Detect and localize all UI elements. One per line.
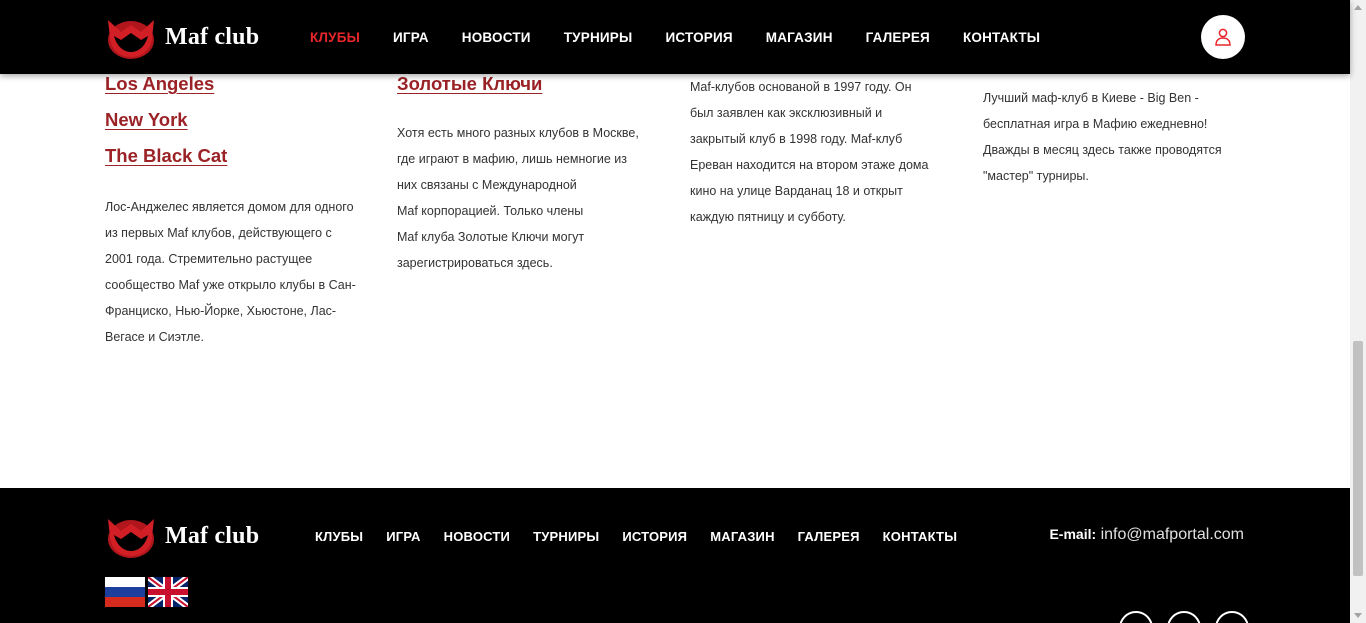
logo-text: Maf club bbox=[165, 23, 260, 50]
main-nav: КЛУБЫ ИГРА НОВОСТИ ТУРНИРЫ ИСТОРИЯ МАГАЗИН ГАЛ… bbox=[310, 30, 1040, 45]
nav-item-3[interactable]: ТУРНИРЫ bbox=[564, 30, 633, 45]
nav-item-0[interactable]: КЛУБЫ bbox=[315, 529, 363, 544]
nav-item-7[interactable]: КОНТАКТЫ bbox=[883, 529, 957, 544]
club-column-1: Los Angeles New York The Black Cat Лос-А… bbox=[105, 66, 380, 350]
nav-item-1[interactable]: ИГРА bbox=[386, 529, 420, 544]
site-header: Maf club КЛУБЫ ИГРА НОВОСТИ ТУРНИРЫ ИСТОРИЯ М… bbox=[0, 0, 1350, 74]
nav-item-3[interactable]: ТУРНИРЫ bbox=[533, 529, 599, 544]
nav-item-2[interactable]: НОВОСТИ bbox=[462, 30, 531, 45]
email-label: E-mail: bbox=[1049, 526, 1097, 542]
russian-flag-icon[interactable] bbox=[105, 577, 145, 607]
uk-flag-icon[interactable] bbox=[148, 577, 188, 607]
club-link-black-cat[interactable]: The Black Cat bbox=[105, 138, 380, 174]
logo-text: Maf club bbox=[165, 522, 260, 549]
social-icon[interactable] bbox=[1215, 611, 1249, 623]
social-links bbox=[1119, 611, 1249, 623]
site-footer: Maf club КЛУБЫ ИГРА НОВОСТИ ТУРНИРЫ ИСТОРИЯ М… bbox=[0, 488, 1350, 623]
language-switcher bbox=[105, 577, 188, 607]
nav-item-4[interactable]: ИСТОРИЯ bbox=[622, 529, 687, 544]
nav-item-2[interactable]: НОВОСТИ bbox=[444, 529, 510, 544]
club-description: Maf-клубов основаной в 1997 году. Он был… bbox=[690, 80, 929, 224]
social-icon[interactable] bbox=[1167, 611, 1201, 623]
scroll-thumb[interactable] bbox=[1353, 341, 1363, 576]
nav-item-5[interactable]: МАГАЗИН bbox=[766, 30, 833, 45]
footer-logo[interactable]: Maf club bbox=[105, 513, 259, 559]
footer-nav: КЛУБЫ ИГРА НОВОСТИ ТУРНИРЫ ИСТОРИЯ МАГАЗИН ГАЛ… bbox=[315, 529, 957, 544]
nav-item-6[interactable]: ГАЛЕРЕЯ bbox=[798, 529, 860, 544]
club-description: Лучший маф-клуб в Киеве - Big Ben - бесп… bbox=[983, 91, 1222, 183]
user-icon bbox=[1215, 28, 1231, 46]
nav-item-1[interactable]: ИГРА bbox=[393, 30, 429, 45]
email-link[interactable]: info@mafportal.com bbox=[1101, 526, 1244, 543]
user-account-button[interactable] bbox=[1201, 15, 1245, 59]
club-link-new-york[interactable]: New York bbox=[105, 102, 380, 138]
club-column-3: Maf-клубов основаной в 1997 году. Он был… bbox=[690, 74, 965, 230]
scroll-down-arrow-icon[interactable] bbox=[1354, 613, 1362, 618]
logo-icon bbox=[108, 519, 154, 558]
scroll-up-arrow-icon[interactable] bbox=[1354, 5, 1362, 10]
header-logo[interactable]: Maf club bbox=[105, 14, 259, 60]
club-column-2: Золотые Ключи Хотя есть много разных клу… bbox=[397, 66, 672, 276]
club-description: Хотя есть много разных клубов в Москве, … bbox=[397, 126, 639, 270]
footer-email: E-mail: info@mafportal.com bbox=[1049, 526, 1244, 544]
club-description: Лос-Анджелес является домом для одного и… bbox=[105, 200, 356, 344]
logo-icon bbox=[108, 20, 154, 59]
nav-item-7[interactable]: КОНТАКТЫ bbox=[963, 30, 1040, 45]
club-column-4: Лучший маф-клуб в Киеве - Big Ben - бесп… bbox=[983, 85, 1263, 189]
nav-item-0[interactable]: КЛУБЫ bbox=[310, 30, 360, 45]
nav-item-6[interactable]: ГАЛЕРЕЯ bbox=[866, 30, 930, 45]
nav-item-4[interactable]: ИСТОРИЯ bbox=[665, 30, 732, 45]
social-icon[interactable] bbox=[1119, 611, 1153, 623]
nav-item-5[interactable]: МАГАЗИН bbox=[710, 529, 774, 544]
page-scrollbar[interactable] bbox=[1350, 0, 1366, 623]
